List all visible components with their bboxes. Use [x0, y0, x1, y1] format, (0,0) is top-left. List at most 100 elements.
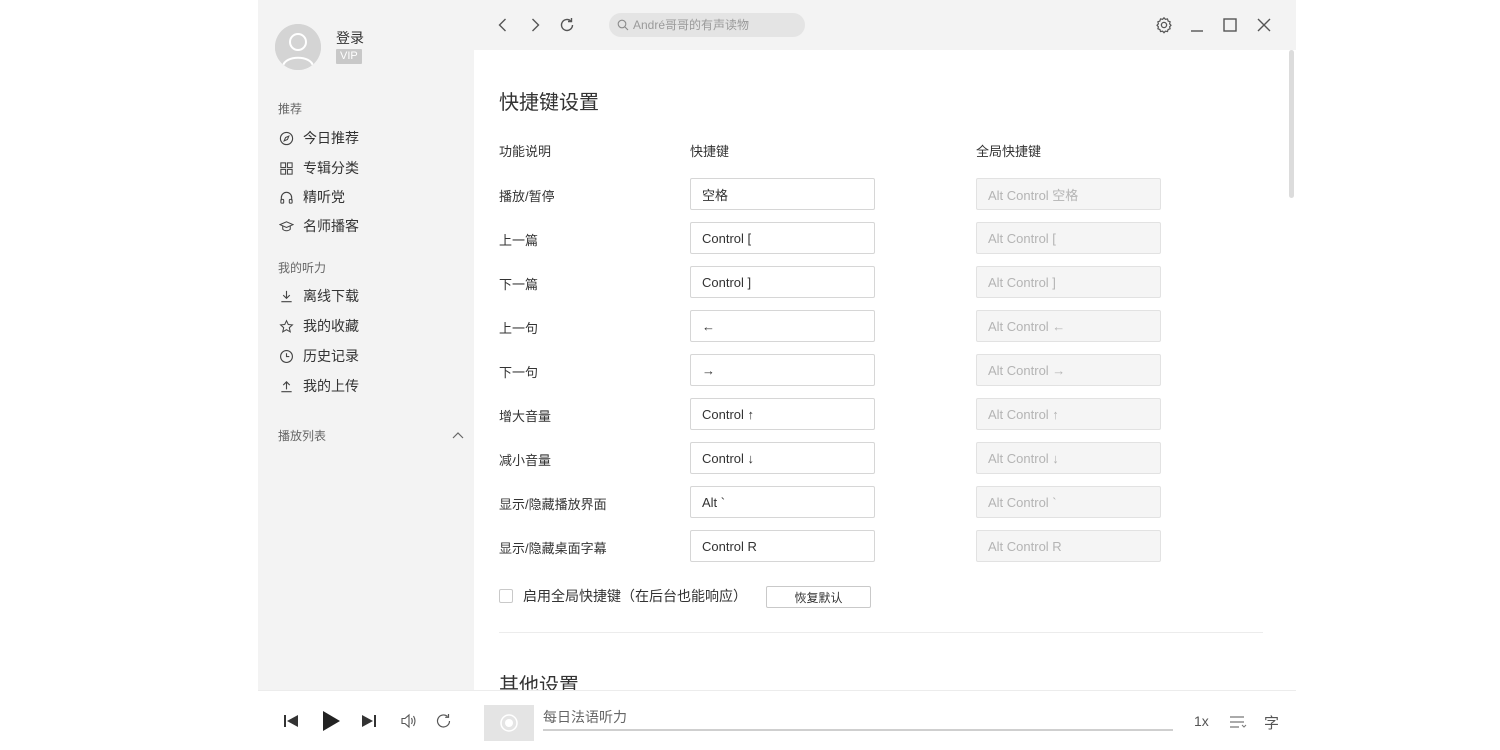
scrollbar-thumb[interactable] — [1289, 50, 1294, 198]
sidebar-item-label: 历史记录 — [303, 348, 359, 364]
chevron-up-icon — [452, 428, 464, 442]
playlist-label: 播放列表 — [278, 428, 327, 443]
player-bar: 每日法语听力 1x 字 — [258, 690, 1296, 750]
shortcut-label: 增大音量 — [499, 409, 552, 424]
page-title: 快捷键设置 — [499, 92, 599, 114]
global-shortcut-input: Alt Control ← — [976, 310, 1161, 342]
shortcut-input[interactable]: 空格 — [690, 178, 875, 210]
enable-global-label: 启用全局快捷键（在后台也能响应） — [523, 588, 747, 604]
album-cover[interactable] — [484, 705, 534, 741]
sidebar-item-label: 名师播客 — [303, 218, 359, 234]
shortcut-label: 播放/暂停 — [499, 189, 555, 204]
section-label-mine: 我的听力 — [278, 261, 327, 275]
global-shortcut-input: Alt Control R — [976, 530, 1161, 562]
close-icon — [1257, 18, 1271, 32]
global-shortcut-input: Alt Control ↑ — [976, 398, 1161, 430]
shortcut-input[interactable]: ← — [690, 310, 875, 342]
section-label-recommend: 推荐 — [278, 102, 303, 116]
skip-forward-icon — [362, 715, 376, 727]
sidebar-item-download[interactable]: 离线下载 — [278, 285, 458, 307]
sidebar-item-label: 我的上传 — [303, 378, 359, 394]
shortcut-label: 上一句 — [499, 321, 539, 336]
skip-back-icon — [284, 715, 298, 727]
sidebar-item-podcast[interactable]: 名师播客 — [278, 215, 458, 237]
global-shortcut-input: Alt Control 空格 — [976, 178, 1161, 210]
shortcut-label: 下一篇 — [499, 277, 539, 292]
sidebar-item-albums[interactable]: 专辑分类 — [278, 157, 458, 179]
clock-icon — [278, 348, 294, 364]
app-window: 登录 VIP 推荐 今日推荐 专辑分类 精听党 名师播客 我的听力 离线下载 我… — [258, 0, 1296, 750]
avatar[interactable] — [275, 24, 321, 70]
previous-button[interactable] — [282, 711, 300, 731]
progress-bar[interactable] — [543, 729, 1173, 731]
sidebar-item-intensive[interactable]: 精听党 — [278, 186, 458, 208]
column-header-shortcut: 快捷键 — [690, 144, 730, 159]
close-button[interactable] — [1253, 14, 1275, 36]
sidebar-item-label: 我的收藏 — [303, 318, 359, 334]
volume-icon — [401, 713, 416, 729]
shortcut-input[interactable]: Control ↓ — [690, 442, 875, 474]
shortcut-input[interactable]: → — [690, 354, 875, 386]
global-shortcut-input: Alt Control ↓ — [976, 442, 1161, 474]
top-bar — [474, 0, 1296, 50]
shortcut-input[interactable]: Control ] — [690, 266, 875, 298]
repeat-icon — [436, 714, 451, 728]
reset-default-button[interactable]: 恢复默认 — [766, 586, 871, 608]
chevron-left-icon — [498, 18, 506, 32]
maximize-button[interactable] — [1219, 14, 1241, 36]
maximize-icon — [1223, 18, 1237, 32]
subtitle-button[interactable]: 字 — [1264, 712, 1279, 733]
login-link[interactable]: 登录 — [336, 28, 364, 48]
shortcut-label: 显示/隐藏播放界面 — [499, 497, 607, 512]
settings-button[interactable] — [1153, 14, 1175, 36]
enable-global-shortcut-option[interactable]: 启用全局快捷键（在后台也能响应） — [499, 586, 747, 606]
scrollbar[interactable] — [1288, 50, 1296, 690]
shortcut-input[interactable]: Control R — [690, 530, 875, 562]
shortcut-label: 减小音量 — [499, 453, 552, 468]
sidebar-item-favorites[interactable]: 我的收藏 — [278, 315, 458, 337]
section-title-other: 其他设置 — [499, 675, 579, 690]
enable-global-checkbox[interactable] — [499, 589, 513, 603]
shortcut-input[interactable]: Control [ — [690, 222, 875, 254]
grid-icon — [278, 160, 294, 176]
shortcut-label: 上一篇 — [499, 233, 539, 248]
global-shortcut-input: Alt Control [ — [976, 222, 1161, 254]
sidebar-item-history[interactable]: 历史记录 — [278, 345, 458, 367]
global-shortcut-input: Alt Control ] — [976, 266, 1161, 298]
forward-button[interactable] — [524, 14, 546, 36]
divider — [499, 632, 1263, 633]
volume-button[interactable] — [399, 711, 419, 731]
shortcut-label: 下一句 — [499, 365, 539, 380]
download-icon — [278, 288, 294, 304]
playlist-toggle[interactable]: 播放列表 — [278, 426, 464, 444]
search-input[interactable] — [633, 18, 793, 32]
gear-icon — [1156, 16, 1172, 34]
shortcut-input[interactable]: Control ↑ — [690, 398, 875, 430]
headphones-icon — [278, 189, 294, 205]
track-title: 每日法语听力 — [543, 709, 627, 725]
refresh-button[interactable] — [556, 14, 578, 36]
vip-badge: VIP — [336, 49, 362, 64]
compass-icon — [278, 130, 294, 146]
global-shortcut-input: Alt Control ` — [976, 486, 1161, 518]
minimize-button[interactable] — [1186, 14, 1208, 36]
sidebar-item-label: 精听党 — [303, 189, 345, 205]
speed-button[interactable]: 1x — [1194, 713, 1209, 729]
loop-button[interactable] — [434, 711, 454, 731]
shortcut-label: 显示/隐藏桌面字幕 — [499, 541, 607, 556]
back-button[interactable] — [492, 14, 514, 36]
chevron-right-icon — [532, 18, 540, 32]
global-shortcut-input: Alt Control → — [976, 354, 1161, 386]
search-box[interactable] — [609, 13, 805, 37]
play-button[interactable] — [320, 711, 342, 731]
next-button[interactable] — [360, 711, 378, 731]
sidebar-item-label: 专辑分类 — [303, 160, 359, 176]
queue-list-icon — [1230, 716, 1247, 728]
star-icon — [278, 318, 294, 334]
playlist-queue-button[interactable] — [1228, 712, 1248, 732]
sidebar-item-today[interactable]: 今日推荐 — [278, 127, 458, 149]
play-icon — [323, 711, 340, 731]
shortcut-input[interactable]: Alt ` — [690, 486, 875, 518]
search-icon — [617, 19, 629, 31]
sidebar-item-upload[interactable]: 我的上传 — [278, 375, 458, 397]
